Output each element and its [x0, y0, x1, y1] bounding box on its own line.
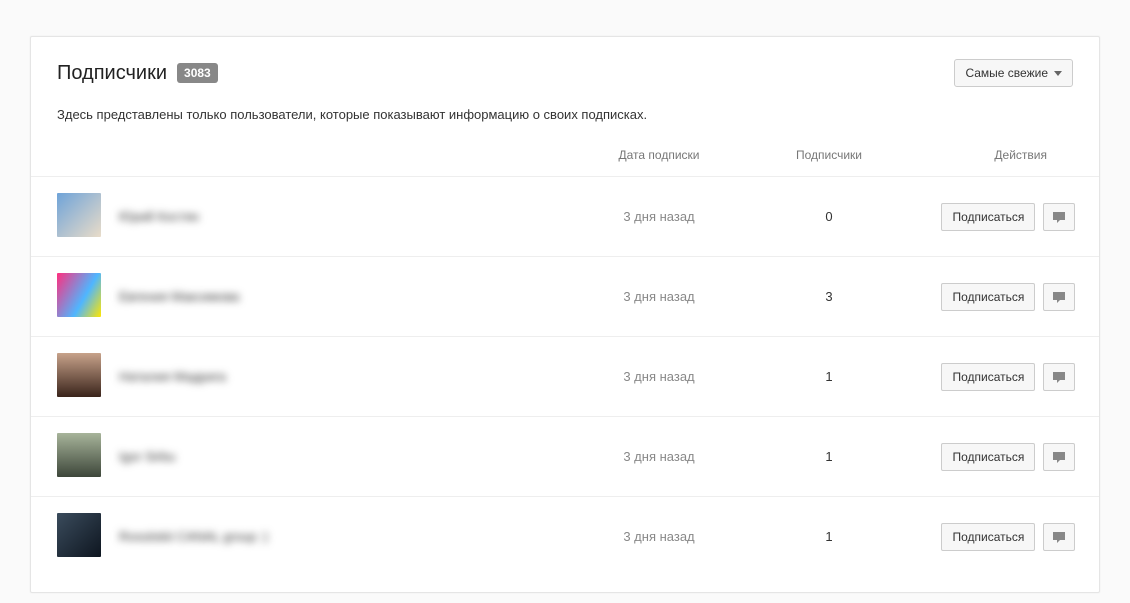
table-row: Rossiiskii CANAL group :) 3 дня назад 1 … — [31, 497, 1099, 577]
sort-dropdown[interactable]: Самые свежие — [954, 59, 1073, 87]
message-button[interactable] — [1043, 363, 1075, 391]
subscribe-button[interactable]: Подписаться — [941, 523, 1035, 551]
message-button[interactable] — [1043, 283, 1075, 311]
message-button[interactable] — [1043, 523, 1075, 551]
user-name[interactable]: Rossiiskii CANAL group :) — [119, 529, 268, 544]
column-subs: Подписчики — [749, 142, 909, 177]
subscribe-button[interactable]: Подписаться — [941, 443, 1035, 471]
page-title: Подписчики — [57, 62, 167, 85]
table-row: Евгения Максимова 3 дня назад 3 Подписат… — [31, 257, 1099, 337]
user-name[interactable]: Igor Sirbu — [119, 449, 175, 464]
panel-header: Подписчики 3083 Самые свежие — [31, 37, 1099, 93]
subscribe-date: 3 дня назад — [569, 337, 749, 417]
avatar[interactable] — [57, 193, 101, 237]
table-row: Юрий Костян 3 дня назад 0 Подписаться — [31, 177, 1099, 257]
message-button[interactable] — [1043, 203, 1075, 231]
avatar[interactable] — [57, 273, 101, 317]
table-row: Igor Sirbu 3 дня назад 1 Подписаться — [31, 417, 1099, 497]
sort-dropdown-label: Самые свежие — [965, 66, 1048, 80]
message-icon — [1052, 211, 1066, 223]
message-icon — [1052, 451, 1066, 463]
subscribe-button[interactable]: Подписаться — [941, 203, 1035, 231]
table-head: Дата подписки Подписчики Действия — [31, 142, 1099, 177]
table-row: Наталия Мадрига 3 дня назад 1 Подписатьс… — [31, 337, 1099, 417]
subscriber-count: 1 — [749, 497, 909, 577]
subscribe-button[interactable]: Подписаться — [941, 363, 1035, 391]
subscribe-button[interactable]: Подписаться — [941, 283, 1035, 311]
subscriber-count: 1 — [749, 417, 909, 497]
message-icon — [1052, 531, 1066, 543]
subscriber-count: 0 — [749, 177, 909, 257]
subscriber-count: 1 — [749, 337, 909, 417]
user-name[interactable]: Наталия Мадрига — [119, 369, 226, 384]
description-text: Здесь представлены только пользователи, … — [31, 93, 1099, 142]
message-icon — [1052, 371, 1066, 383]
subscribe-date: 3 дня назад — [569, 497, 749, 577]
subscribe-date: 3 дня назад — [569, 417, 749, 497]
subscribers-panel: Подписчики 3083 Самые свежие Здесь предс… — [30, 36, 1100, 593]
user-name[interactable]: Юрий Костян — [119, 209, 199, 224]
avatar[interactable] — [57, 433, 101, 477]
user-name[interactable]: Евгения Максимова — [119, 289, 239, 304]
subscribers-table: Дата подписки Подписчики Действия Юрий К… — [31, 142, 1099, 576]
subscribe-date: 3 дня назад — [569, 177, 749, 257]
subscriber-count-badge: 3083 — [177, 63, 218, 83]
message-icon — [1052, 291, 1066, 303]
column-date: Дата подписки — [569, 142, 749, 177]
message-button[interactable] — [1043, 443, 1075, 471]
avatar[interactable] — [57, 513, 101, 557]
subscribe-date: 3 дня назад — [569, 257, 749, 337]
avatar[interactable] — [57, 353, 101, 397]
subscriber-count: 3 — [749, 257, 909, 337]
column-actions: Действия — [909, 142, 1099, 177]
chevron-down-icon — [1054, 71, 1062, 76]
